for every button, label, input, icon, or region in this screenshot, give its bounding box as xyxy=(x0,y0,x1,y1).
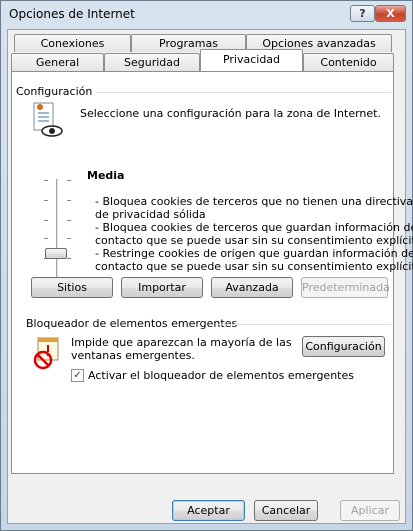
popup-settings-button[interactable]: Configuración xyxy=(302,336,385,357)
settings-group-divider xyxy=(96,92,391,93)
title-bar[interactable]: Opciones de Internet ? X xyxy=(1,1,412,27)
popup-blocker-group-title: Bloqueador de elementos emergentes xyxy=(26,317,238,330)
window-title: Opciones de Internet xyxy=(9,7,135,21)
slider-tick xyxy=(67,258,71,259)
enable-popup-blocker-label[interactable]: Activar el bloqueador de elementos emerg… xyxy=(88,369,354,382)
slider-tick xyxy=(44,200,48,201)
zone-instruction-text: Seleccione una configuración para la zon… xyxy=(80,107,381,120)
slider-tick xyxy=(44,180,48,181)
privacy-description-line: contacto que se puede usar sin su consen… xyxy=(95,234,413,247)
dialog-client-area: Conexiones Programas Opciones avanzadas … xyxy=(7,29,413,524)
close-button[interactable]: X xyxy=(375,5,406,22)
privacy-level-name: Media xyxy=(87,169,125,182)
settings-group-title: Configuración xyxy=(16,85,93,98)
enable-popup-blocker-checkbox[interactable]: ✓ xyxy=(71,369,84,382)
cancel-button[interactable]: Cancelar xyxy=(254,500,318,521)
popup-description-line: Impide que aparezcan la mayoría de las xyxy=(71,336,292,349)
privacy-description-line: contacto que se puede usar sin su consen… xyxy=(95,260,413,273)
dialog-window: Opciones de Internet ? X Conexiones Prog… xyxy=(0,0,413,531)
sites-button[interactable]: Sitios xyxy=(31,277,113,298)
slider-tick xyxy=(67,238,71,239)
privacy-level-slider-thumb[interactable] xyxy=(45,248,67,259)
popup-blocker-icon xyxy=(33,337,59,370)
privacy-eye-icon xyxy=(33,102,63,137)
help-button[interactable]: ? xyxy=(350,5,375,22)
popup-description-line: ventanas emergentes. xyxy=(71,349,195,362)
apply-button[interactable]: Aplicar xyxy=(340,500,400,521)
privacy-tab-panel: Configuración Seleccione una configuraci… xyxy=(11,71,413,474)
privacy-description-line: - Restringe cookies de origen que guarda… xyxy=(95,247,413,260)
tab-conexiones[interactable]: Conexiones xyxy=(14,34,131,52)
default-button[interactable]: Predeterminada xyxy=(301,277,390,298)
privacy-description-line: de privacidad sólida xyxy=(95,208,206,221)
tab-contenido[interactable]: Contenido xyxy=(303,53,394,71)
ok-button[interactable]: Aceptar xyxy=(172,500,245,521)
privacy-description-line: - Bloquea cookies de terceros que guarda… xyxy=(95,221,413,234)
slider-tick xyxy=(67,220,71,221)
slider-tick xyxy=(44,238,48,239)
tab-seguridad[interactable]: Seguridad xyxy=(104,53,200,71)
tab-privacidad[interactable]: Privacidad xyxy=(200,49,303,71)
popup-blocker-group-divider xyxy=(217,324,391,325)
slider-tick xyxy=(67,200,71,201)
privacy-description-line: - Bloquea cookies de terceros que no tie… xyxy=(95,195,413,208)
import-button[interactable]: Importar xyxy=(121,277,203,298)
advanced-button[interactable]: Avanzada xyxy=(211,277,293,298)
tab-general[interactable]: General xyxy=(11,53,104,71)
slider-tick xyxy=(67,180,71,181)
slider-tick xyxy=(44,220,48,221)
